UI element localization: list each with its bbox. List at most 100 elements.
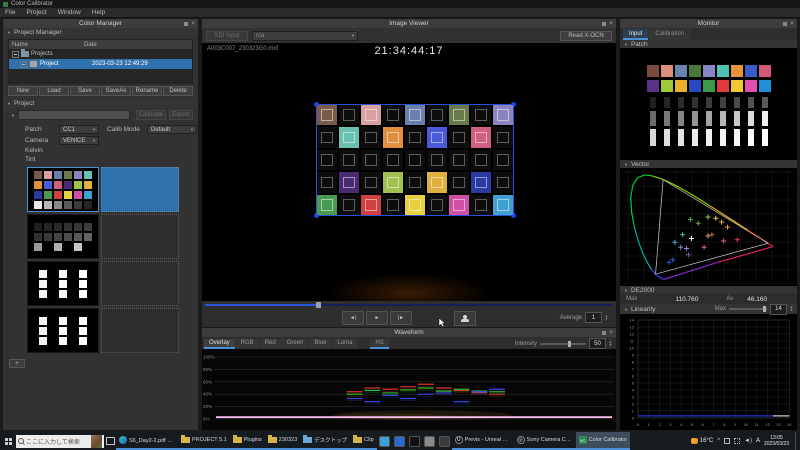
- waveform-tab-blue[interactable]: Blue: [309, 339, 331, 349]
- intensity-value[interactable]: 50: [589, 338, 606, 349]
- step-forward-button[interactable]: |►: [390, 311, 412, 325]
- monitor-tab-input[interactable]: Input: [623, 29, 648, 40]
- intensity-slider-handle[interactable]: [568, 341, 571, 347]
- taskbar-app[interactable]: Clip: [350, 432, 376, 450]
- mail-app-button[interactable]: [392, 432, 407, 450]
- waveform-tab-red[interactable]: Red: [260, 339, 281, 349]
- waveform-tab-rgb[interactable]: RGB: [236, 339, 259, 349]
- calib-mode-select[interactable]: Default▼: [147, 125, 197, 134]
- network-tray-icon[interactable]: [734, 438, 740, 444]
- menu-window[interactable]: Window: [58, 9, 81, 16]
- new-button[interactable]: New: [8, 86, 38, 96]
- read-xocn-button[interactable]: Read X-OCN: [560, 31, 612, 41]
- close-icon[interactable]: ×: [609, 21, 613, 27]
- close-icon[interactable]: ×: [790, 21, 794, 27]
- vector-section[interactable]: ▼ Vector: [620, 160, 797, 168]
- speaker-tray-icon[interactable]: ◄): [744, 438, 752, 444]
- project-name-input[interactable]: [18, 110, 130, 120]
- project-manager-section[interactable]: ▼ Project Manager: [3, 28, 198, 37]
- pin-icon[interactable]: [602, 331, 606, 335]
- delete-button[interactable]: Delete: [163, 86, 193, 96]
- waveform-tab-green[interactable]: Green: [282, 339, 309, 349]
- empty-slot[interactable]: [101, 214, 179, 259]
- patch-select[interactable]: CC1▼: [59, 125, 99, 134]
- step-back-button[interactable]: ◄|: [342, 311, 364, 325]
- linearity-slider-handle[interactable]: [763, 306, 766, 312]
- calibrate-button[interactable]: Calibrate: [136, 110, 166, 120]
- taskbar-app[interactable]: S6_Day2-2.pdf と...: [116, 432, 178, 450]
- audio-app-button[interactable]: [437, 432, 452, 450]
- seek-bar[interactable]: [202, 301, 616, 309]
- gray-window-app-button[interactable]: [422, 432, 437, 450]
- linearity-max-value[interactable]: 14: [770, 304, 787, 315]
- taskbar-search[interactable]: ここに入力して検索: [16, 435, 104, 448]
- waveform-tab-overlay[interactable]: Overlay: [204, 339, 235, 349]
- show-desktop-button[interactable]: [795, 432, 799, 450]
- add-patch-button[interactable]: +: [9, 359, 25, 368]
- menu-file[interactable]: File: [5, 9, 15, 16]
- patch-section[interactable]: ▼ Patch: [620, 40, 797, 48]
- taskbar-app[interactable]: PROJECT 5.1: [178, 432, 230, 450]
- linearity-section[interactable]: ▼ Linearity Max 14 ▲▼: [620, 304, 797, 314]
- photos-app-button[interactable]: [377, 432, 392, 450]
- tree-expander-icon[interactable]: [12, 51, 19, 58]
- task-view-button[interactable]: [104, 432, 116, 450]
- viewer-viewport[interactable]: A003C007_230323G0.mxf 21:34:44:17: [202, 43, 616, 301]
- taskbar-app-unreal[interactable]: UPrevis - Unreal Editor: [452, 432, 514, 450]
- start-button[interactable]: [0, 432, 16, 450]
- average-spinner[interactable]: ▲▼: [605, 315, 608, 321]
- project-row[interactable]: Project2023-03-23 12:49:29: [9, 59, 192, 69]
- picture-tray-icon[interactable]: [724, 438, 730, 444]
- intensity-slider[interactable]: [540, 343, 586, 345]
- taskbar-app-sony[interactable]: ◎Sony Camera Contr...: [514, 432, 576, 450]
- linearity-spinner[interactable]: ▲▼: [790, 306, 793, 312]
- tray-expand-chevron[interactable]: ^: [717, 438, 720, 444]
- weather-widget[interactable]: 16°C: [691, 438, 713, 444]
- close-icon[interactable]: ×: [609, 330, 613, 336]
- intensity-spinner[interactable]: ▲▼: [609, 341, 612, 347]
- play-button[interactable]: ►: [366, 311, 388, 325]
- linearity-max-slider[interactable]: [729, 308, 767, 310]
- rename-button[interactable]: Rename: [132, 86, 162, 96]
- save-button[interactable]: Save: [70, 86, 100, 96]
- menu-project[interactable]: Project: [26, 9, 46, 16]
- waveform-tab-extra[interactable]: HS: [370, 339, 388, 349]
- taskbar-app-vcc[interactable]: VCColor Calibrator: [576, 432, 631, 450]
- monitor-tab-calibration[interactable]: Calibration: [649, 29, 690, 40]
- seek-handle[interactable]: [316, 302, 321, 308]
- saveas-button[interactable]: SaveAs: [101, 86, 131, 96]
- active-slot[interactable]: [101, 167, 179, 212]
- dark-window-app-button[interactable]: [407, 432, 422, 450]
- average-value[interactable]: 1: [585, 312, 602, 323]
- export-button[interactable]: Export: [169, 110, 193, 120]
- taskbar-clock[interactable]: 13:05 2023/03/23: [764, 435, 789, 447]
- color-chart-selection[interactable]: [317, 105, 513, 215]
- source-select[interactable]: n/a▼: [252, 31, 358, 41]
- camera-select[interactable]: VENICE▼: [59, 136, 99, 145]
- pin-icon[interactable]: [184, 22, 188, 26]
- taskbar-app[interactable]: 230323: [265, 432, 300, 450]
- pin-icon[interactable]: [783, 22, 787, 26]
- patch-thumbnail[interactable]: [27, 167, 99, 212]
- close-icon[interactable]: ×: [191, 21, 195, 27]
- de2000-section[interactable]: ▼ DE2000: [620, 286, 797, 294]
- waveform-tab-luma[interactable]: Luma: [332, 339, 357, 349]
- empty-slot[interactable]: [101, 261, 179, 306]
- project-row[interactable]: Projects: [9, 49, 192, 59]
- load-button[interactable]: Load: [39, 86, 69, 96]
- taskbar-app[interactable]: デスクトップ: [300, 432, 350, 450]
- col-date[interactable]: Date: [84, 42, 97, 48]
- col-name[interactable]: Name: [9, 42, 84, 48]
- taskbar-app[interactable]: Plugins: [230, 432, 265, 450]
- menu-help[interactable]: Help: [92, 9, 105, 16]
- sdi-input-button[interactable]: SDI Input: [206, 31, 248, 41]
- patch-thumbnail[interactable]: [27, 308, 99, 353]
- patch-thumbnail[interactable]: [27, 261, 99, 306]
- patch-thumbnail[interactable]: [27, 214, 99, 259]
- pin-icon[interactable]: [602, 22, 606, 26]
- tree-expander-icon[interactable]: [20, 61, 27, 68]
- project-section[interactable]: ▼ Project: [3, 99, 198, 108]
- ime-mode-indicator[interactable]: A: [756, 438, 760, 444]
- empty-slot[interactable]: [101, 308, 179, 353]
- grab-frame-button[interactable]: [454, 311, 476, 326]
